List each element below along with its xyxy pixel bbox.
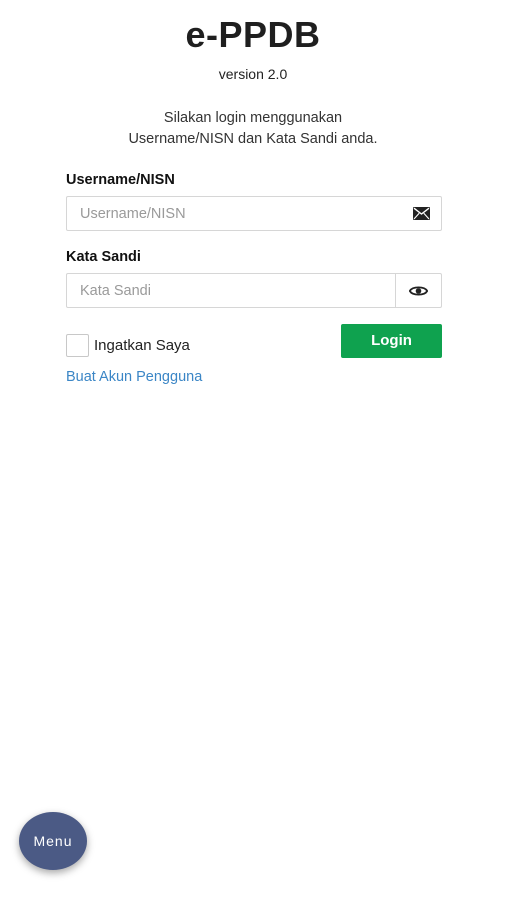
envelope-icon — [401, 197, 441, 230]
intro-line-2: Username/NISN dan Kata Sandi anda. — [128, 131, 378, 147]
remember-label: Ingatkan Saya — [94, 337, 190, 354]
show-password-toggle[interactable] — [395, 274, 441, 307]
login-button[interactable]: Login — [341, 324, 442, 358]
username-label: Username/NISN — [66, 172, 175, 188]
remember-me[interactable]: Ingatkan Saya — [66, 334, 190, 357]
intro-line-1: Silakan login menggunakan — [163, 110, 343, 126]
username-input[interactable] — [67, 197, 401, 230]
username-input-group — [66, 196, 442, 231]
intro-text: Silakan login menggunakan Username/NISN … — [0, 108, 506, 150]
password-input[interactable] — [67, 274, 395, 307]
password-input-group — [66, 273, 442, 308]
app-title: e-PPDB — [185, 14, 321, 55]
eye-icon — [409, 286, 428, 295]
menu-button[interactable]: Menu — [19, 812, 87, 870]
password-label: Kata Sandi — [66, 249, 141, 265]
remember-checkbox[interactable] — [66, 334, 89, 357]
version-label: version 2.0 — [218, 66, 288, 82]
create-account-link[interactable]: Buat Akun Pengguna — [66, 369, 202, 385]
